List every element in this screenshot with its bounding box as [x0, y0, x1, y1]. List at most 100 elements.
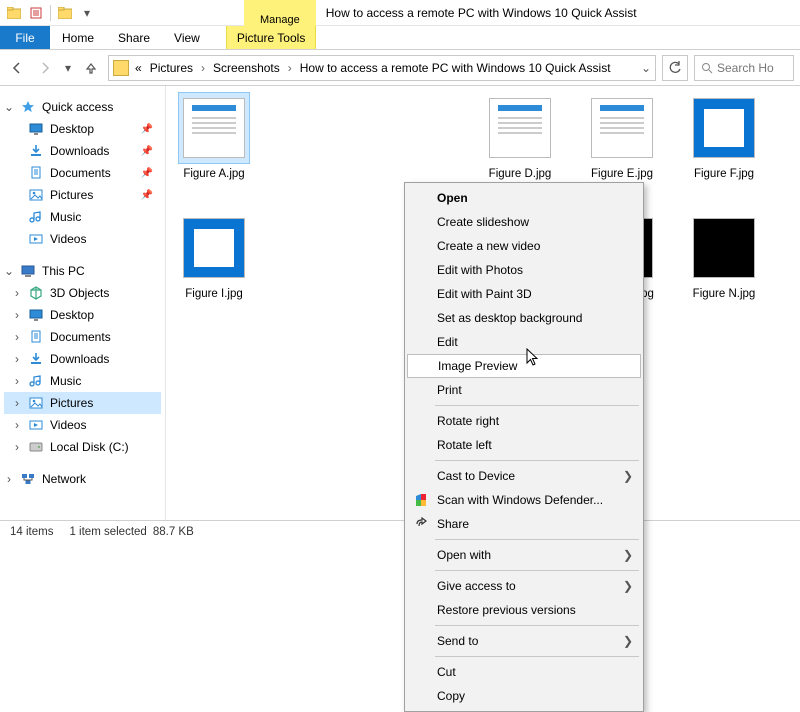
- refresh-button[interactable]: [662, 55, 688, 81]
- file-item[interactable]: Figure F.jpg: [682, 92, 766, 188]
- tree-item-pictures[interactable]: › Pictures: [4, 392, 161, 414]
- file-item[interactable]: Figure E.jpg: [580, 92, 664, 188]
- context-menu-item[interactable]: Edit with Photos: [407, 258, 641, 282]
- tab-share[interactable]: Share: [106, 26, 162, 49]
- expand-icon[interactable]: ›: [12, 418, 22, 432]
- chevron-right-icon: ❯: [623, 469, 633, 483]
- tab-home[interactable]: Home: [50, 26, 106, 49]
- chevron-right-icon[interactable]: ›: [286, 61, 294, 75]
- context-menu-label: Scan with Windows Defender...: [437, 493, 603, 507]
- tree-quick-access[interactable]: ⌄ Quick access: [4, 96, 161, 118]
- context-menu-separator: [435, 539, 639, 540]
- expand-icon[interactable]: ›: [12, 308, 22, 322]
- file-item[interactable]: Figure I.jpg: [172, 212, 256, 308]
- breadcrumb-root[interactable]: «: [133, 61, 144, 75]
- context-menu-item[interactable]: Print: [407, 378, 641, 402]
- context-menu-item[interactable]: Edit: [407, 330, 641, 354]
- quick-access-toolbar: ▾: [0, 5, 101, 21]
- file-item[interactable]: Figure N.jpg: [682, 212, 766, 308]
- file-item[interactable]: Figure D.jpg: [478, 92, 562, 188]
- expand-icon[interactable]: ›: [12, 396, 22, 410]
- search-icon: [701, 62, 713, 74]
- back-button[interactable]: [6, 57, 28, 79]
- expand-icon[interactable]: ›: [12, 374, 22, 388]
- tree-item-desktop[interactable]: ›Desktop: [4, 304, 161, 326]
- context-menu-label: Send to: [437, 634, 478, 648]
- context-menu-item[interactable]: Create slideshow: [407, 210, 641, 234]
- tree-item-desktop[interactable]: Desktop📌: [4, 118, 161, 140]
- tree-item-3d[interactable]: ›3D Objects: [4, 282, 161, 304]
- folder-icon: [6, 5, 22, 21]
- network-icon: [20, 471, 36, 487]
- tab-picture-tools[interactable]: Picture Tools: [226, 26, 316, 49]
- context-menu-item[interactable]: Rotate left: [407, 433, 641, 457]
- tree-label: Network: [42, 472, 86, 486]
- context-menu-item[interactable]: Image Preview: [407, 354, 641, 378]
- context-menu-item[interactable]: Copy: [407, 684, 641, 708]
- tree-item-music[interactable]: ›Music: [4, 370, 161, 392]
- share-icon: [413, 516, 429, 532]
- context-menu-item[interactable]: Set as desktop background: [407, 306, 641, 330]
- tree-item-downloads[interactable]: ›Downloads: [4, 348, 161, 370]
- breadcrumb-item[interactable]: Pictures: [148, 61, 195, 75]
- tree-label: Downloads: [50, 144, 109, 158]
- tree-item-videos[interactable]: Videos: [4, 228, 161, 250]
- qat-dropdown-icon[interactable]: ▾: [79, 5, 95, 21]
- tree-item-documents[interactable]: ›Documents: [4, 326, 161, 348]
- file-label: Figure N.jpg: [693, 288, 756, 300]
- tree-label: Pictures: [50, 396, 93, 410]
- address-dropdown-icon[interactable]: ⌄: [641, 61, 651, 75]
- expand-icon[interactable]: ›: [12, 330, 22, 344]
- expand-icon[interactable]: ›: [4, 472, 14, 486]
- context-menu-item[interactable]: Share: [407, 512, 641, 536]
- downloads-icon: [28, 351, 44, 367]
- search-box[interactable]: Search Ho: [694, 55, 794, 81]
- context-menu-item[interactable]: Cast to Device❯: [407, 464, 641, 488]
- properties-icon[interactable]: [28, 5, 44, 21]
- pin-icon: 📌: [141, 168, 153, 179]
- tree-item-music[interactable]: Music: [4, 206, 161, 228]
- tree-item-disk[interactable]: ›Local Disk (C:): [4, 436, 161, 458]
- tree-item-pictures[interactable]: Pictures 📌: [4, 184, 161, 206]
- context-menu-item[interactable]: Edit with Paint 3D: [407, 282, 641, 306]
- context-menu-label: Copy: [437, 689, 465, 703]
- new-folder-icon[interactable]: [57, 5, 73, 21]
- context-menu-item[interactable]: Open: [407, 186, 641, 210]
- context-menu-item[interactable]: Cut: [407, 660, 641, 684]
- recent-locations-button[interactable]: ▾: [62, 57, 74, 79]
- collapse-icon[interactable]: ⌄: [4, 264, 14, 278]
- tab-view[interactable]: View: [162, 26, 212, 49]
- context-menu-item[interactable]: Send to ❯: [407, 629, 641, 653]
- forward-button[interactable]: [34, 57, 56, 79]
- file-list[interactable]: Figure A.jpgFigure D.jpgFigure E.jpgFigu…: [166, 86, 800, 520]
- tree-item-videos[interactable]: ›Videos: [4, 414, 161, 436]
- breadcrumb-item[interactable]: How to access a remote PC with Windows 1…: [298, 61, 613, 75]
- file-item[interactable]: Figure A.jpg: [172, 92, 256, 188]
- chevron-right-icon[interactable]: ›: [199, 61, 207, 75]
- context-menu-item[interactable]: Restore previous versions: [407, 598, 641, 622]
- navigation-pane: ⌄ Quick access Desktop📌Downloads📌Documen…: [0, 86, 166, 520]
- navigation-bar: ▾ « Pictures › Screenshots › How to acce…: [0, 50, 800, 86]
- tree-label: Pictures: [50, 188, 93, 202]
- pin-icon: 📌: [141, 190, 153, 201]
- breadcrumb-item[interactable]: Screenshots: [211, 61, 282, 75]
- file-tab[interactable]: File: [0, 26, 50, 49]
- context-menu-item[interactable]: Rotate right: [407, 409, 641, 433]
- tree-item-documents[interactable]: Documents📌: [4, 162, 161, 184]
- tree-this-pc[interactable]: ⌄ This PC: [4, 260, 161, 282]
- up-button[interactable]: [80, 57, 102, 79]
- expand-icon[interactable]: ›: [12, 286, 22, 300]
- desktop-icon: [28, 121, 44, 137]
- expand-icon[interactable]: ›: [12, 440, 22, 454]
- tree-network[interactable]: › Network: [4, 468, 161, 490]
- collapse-icon[interactable]: ⌄: [4, 100, 14, 114]
- videos-icon: [28, 417, 44, 433]
- chevron-right-icon: ❯: [623, 634, 633, 648]
- address-bar[interactable]: « Pictures › Screenshots › How to access…: [108, 55, 656, 81]
- context-menu-item[interactable]: Give access to❯: [407, 574, 641, 598]
- context-menu-item[interactable]: Create a new video: [407, 234, 641, 258]
- tree-item-downloads[interactable]: Downloads📌: [4, 140, 161, 162]
- context-menu-item[interactable]: Scan with Windows Defender...: [407, 488, 641, 512]
- context-menu-item[interactable]: Open with❯: [407, 543, 641, 567]
- expand-icon[interactable]: ›: [12, 352, 22, 366]
